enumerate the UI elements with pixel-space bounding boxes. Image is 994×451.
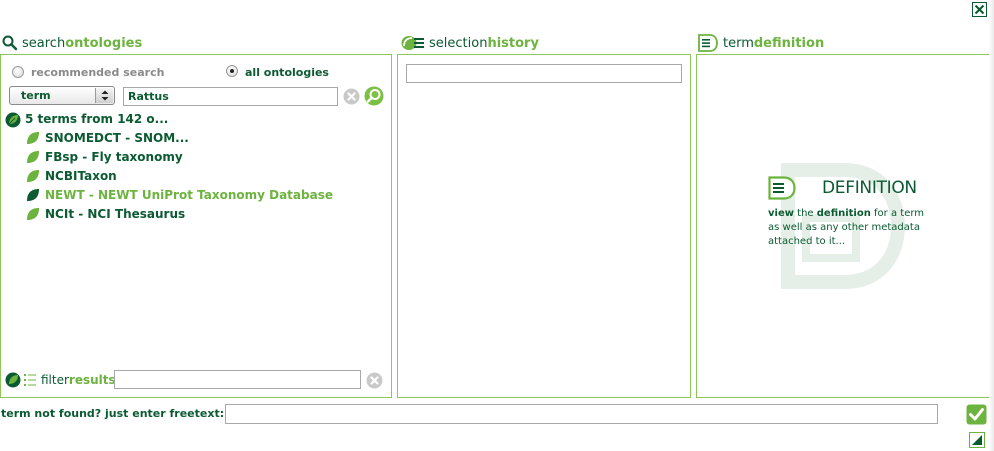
radio-recommended-search[interactable] <box>12 66 24 78</box>
list-icon <box>24 374 36 386</box>
updown-arrows-icon <box>95 88 113 103</box>
definition-description: view the definition for a term as well a… <box>768 208 925 247</box>
search-icon <box>2 35 18 51</box>
result-item-fbsp[interactable]: FBsp - Fly taxonomy <box>45 150 183 164</box>
search-input[interactable] <box>123 87 338 106</box>
radio-all-label: all ontologies <box>245 66 329 79</box>
clear-x-icon <box>366 372 383 389</box>
definition-heading: DEFINITION <box>822 178 917 198</box>
close-button[interactable] <box>972 2 987 17</box>
history-panel <box>397 54 691 398</box>
ontology-widget: search ontologies recommended search all … <box>0 0 994 451</box>
ontology-leaf-icon <box>27 170 39 182</box>
history-input[interactable] <box>406 64 682 83</box>
history-list-icon <box>401 36 424 50</box>
ontology-leaf-icon <box>27 208 39 220</box>
ontology-leaf-icon <box>27 151 39 163</box>
filter-leaf-icon <box>5 372 21 388</box>
result-item-newt[interactable]: NEWT - NEWT UniProt Taxonomy Database <box>45 188 333 202</box>
field-select-value: term <box>21 89 51 102</box>
window-right-edge <box>989 0 994 451</box>
result-item-ncbitaxon[interactable]: NCBITaxon <box>45 169 117 183</box>
result-item-ncit[interactable]: NCIt - NCI Thesaurus <box>45 207 185 221</box>
filter-results-input[interactable] <box>114 370 361 389</box>
ontology-leaf-icon-selected <box>27 189 39 201</box>
history-panel-title: selection history <box>401 33 539 53</box>
results-summary[interactable]: 5 terms from 142 o... <box>25 112 168 126</box>
results-root-leaf-icon <box>5 112 21 128</box>
clear-x-icon <box>343 88 360 105</box>
definition-panel-title: term definition <box>698 33 824 53</box>
close-x-icon <box>974 4 985 15</box>
radio-recommended-label: recommended search <box>31 66 165 79</box>
radio-all-ontologies[interactable] <box>226 65 238 77</box>
filter-results-label: filterresults <box>41 373 116 387</box>
resize-handle[interactable] <box>969 432 985 448</box>
result-item-snomedct[interactable]: SNOMEDCT - SNOM... <box>45 131 189 145</box>
clear-filter-button[interactable] <box>366 372 383 389</box>
clear-search-button[interactable] <box>343 88 360 105</box>
leaf-search-icon <box>364 86 384 106</box>
confirm-button[interactable] <box>966 404 987 425</box>
ontology-leaf-icon <box>27 132 39 144</box>
freetext-input[interactable] <box>225 404 938 424</box>
resize-corner-icon <box>969 432 985 448</box>
document-icon <box>698 34 718 52</box>
field-select[interactable]: term <box>9 86 115 105</box>
go-search-button[interactable] <box>364 86 384 106</box>
freetext-label: term not found? just enter freetext: <box>1 407 225 420</box>
checkmark-icon <box>966 404 987 425</box>
definition-document-icon <box>768 176 796 200</box>
search-panel-title: search ontologies <box>2 33 142 53</box>
